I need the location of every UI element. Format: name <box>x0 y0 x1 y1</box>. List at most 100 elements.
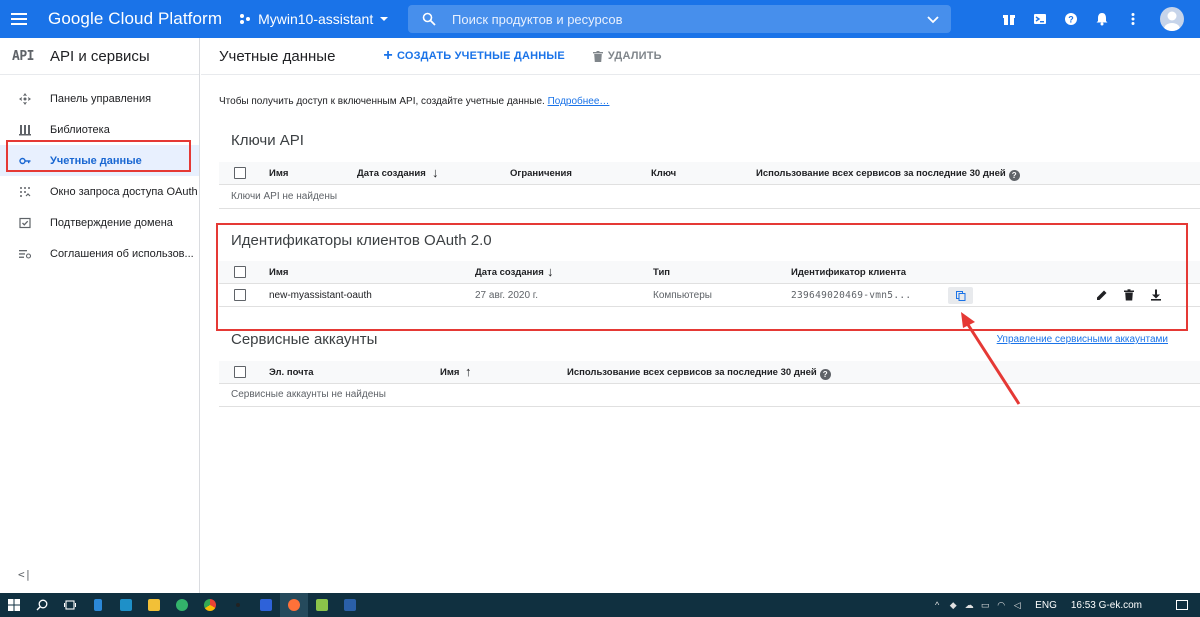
volume-icon[interactable]: ◁ <box>1009 593 1025 617</box>
divider <box>219 406 1200 407</box>
column-header-name[interactable]: Имя <box>440 367 459 378</box>
chevron-up-icon[interactable]: ^ <box>929 593 945 617</box>
agreements-icon <box>19 248 31 260</box>
menu-icon[interactable] <box>0 0 38 38</box>
column-header-created[interactable]: Дата создания <box>357 168 426 179</box>
service-accounts-table-header: Эл. почта Имя ↑ Использование всех серви… <box>219 361 1200 384</box>
sidebar-item-label: Окно запроса доступа OAuth <box>50 185 198 198</box>
select-all-checkbox[interactable] <box>234 167 246 179</box>
sidebar-item-label: Панель управления <box>50 92 152 105</box>
gift-icon[interactable] <box>993 0 1024 38</box>
plus-icon: + <box>383 47 393 64</box>
top-app-bar: Google Cloud Platform Mywin10-assistant … <box>0 0 1200 38</box>
project-icon <box>240 14 251 24</box>
sidebar-item-oauth-consent[interactable]: Окно запроса доступа OAuth <box>0 176 199 207</box>
delete-button[interactable]: УДАЛИТЬ <box>592 50 662 62</box>
security-icon[interactable]: ◆ <box>945 593 961 617</box>
search-icon <box>422 12 436 26</box>
consent-icon <box>19 186 31 198</box>
file-explorer-icon[interactable] <box>140 593 168 617</box>
service-accounts-empty-message: Сервисные аккаунты не найдены <box>231 389 386 400</box>
intro-text: Чтобы получить доступ к включенным API, … <box>219 96 609 107</box>
column-header-restrictions: Ограничения <box>510 168 572 179</box>
api-keys-section-title: Ключи API <box>231 132 304 149</box>
select-all-checkbox[interactable] <box>234 366 246 378</box>
sidebar-item-dashboard[interactable]: Панель управления <box>0 83 199 114</box>
api-keys-empty-message: Ключи API не найдены <box>231 191 338 202</box>
firefox-icon[interactable] <box>280 593 308 617</box>
highlight-box-credentials <box>6 140 191 172</box>
sort-down-icon[interactable]: ↓ <box>432 165 439 180</box>
divider <box>219 208 1200 209</box>
sidebar-item-label: Соглашения об использов... <box>50 247 194 260</box>
help-icon[interactable]: ? <box>1055 0 1086 38</box>
trash-icon <box>592 50 603 62</box>
annotation-arrow <box>961 312 1021 405</box>
service-accounts-section-title: Сервисные аккаунты <box>231 331 378 348</box>
delete-label: УДАЛИТЬ <box>607 50 662 62</box>
sidebar: API API и сервисы Панель управления Библ… <box>0 38 200 593</box>
powershell-icon[interactable] <box>336 593 364 617</box>
domain-check-icon <box>19 217 31 229</box>
collapse-sidebar-button[interactable]: <| <box>18 568 31 581</box>
library-icon <box>19 124 31 136</box>
search-input[interactable]: Поиск продуктов и ресурсов <box>452 12 623 27</box>
sidebar-item-domain-verification[interactable]: Подтверждение домена <box>0 207 199 238</box>
app-icon[interactable] <box>224 593 252 617</box>
dashboard-icon <box>19 92 31 105</box>
sort-up-icon[interactable]: ↑ <box>465 364 472 379</box>
search-icon[interactable] <box>28 593 56 617</box>
usage-label: Использование всех сервисов за последние… <box>756 168 1006 179</box>
brand-title[interactable]: Google Cloud Platform <box>48 9 222 29</box>
task-view-icon[interactable] <box>56 593 84 617</box>
svg-text:?: ? <box>1068 15 1074 25</box>
column-header-usage: Использование всех сервисов за последние… <box>567 367 831 380</box>
usage-label: Использование всех сервисов за последние… <box>567 367 817 378</box>
phone-icon[interactable] <box>84 593 112 617</box>
project-name: Mywin10-assistant <box>258 11 374 27</box>
input-language[interactable]: ENG <box>1035 600 1057 611</box>
wifi-icon[interactable]: ◠ <box>993 593 1009 617</box>
column-header-email[interactable]: Эл. почта <box>269 367 314 378</box>
api-keys-table-header: Имя Дата создания ↓ Ограничения Ключ Исп… <box>219 162 1200 185</box>
chrome-icon[interactable] <box>196 593 224 617</box>
create-credentials-button[interactable]: + СОЗДАТЬ УЧЕТНЫЕ ДАННЫЕ <box>383 47 565 65</box>
notes-icon[interactable] <box>308 593 336 617</box>
clock[interactable]: 16:53 G-ek.com <box>1071 600 1142 611</box>
sidebar-item-page-usage-agreements[interactable]: Соглашения об использов... <box>0 238 199 269</box>
action-bar: Учетные данные + СОЗДАТЬ УЧЕТНЫЕ ДАННЫЕ … <box>201 38 1200 75</box>
windows-taskbar: ^ ◆ ☁ ▭ ◠ ◁ ENG 16:53 G-ek.com <box>0 593 1200 617</box>
intro-message: Чтобы получить доступ к включенным API, … <box>219 96 545 107</box>
highlight-box-oauth <box>216 223 1188 331</box>
edge-icon[interactable] <box>168 593 196 617</box>
page-title: Учетные данные <box>219 47 336 65</box>
learn-more-link[interactable]: Подробнее… <box>548 96 610 107</box>
more-vert-icon[interactable] <box>1117 0 1148 38</box>
chevron-down-icon[interactable] <box>927 13 939 25</box>
search-bar[interactable]: Поиск продуктов и ресурсов <box>408 5 951 33</box>
api-logo: API <box>12 48 34 64</box>
main-content: Учетные данные + СОЗДАТЬ УЧЕТНЫЕ ДАННЫЕ … <box>201 38 1200 593</box>
project-selector[interactable]: Mywin10-assistant <box>238 11 389 27</box>
shield-icon[interactable] <box>252 593 280 617</box>
sidebar-header: API API и сервисы <box>0 38 199 75</box>
sidebar-title: API и сервисы <box>50 47 150 65</box>
avatar[interactable] <box>1160 7 1184 31</box>
cloud-icon[interactable]: ☁ <box>961 593 977 617</box>
help-icon[interactable]: ? <box>1008 170 1020 181</box>
user-icon <box>1164 11 1180 31</box>
create-credentials-label: СОЗДАТЬ УЧЕТНЫЕ ДАННЫЕ <box>396 50 565 62</box>
caret-down-icon <box>380 17 389 21</box>
notification-center-icon[interactable] <box>1176 600 1188 610</box>
mail-icon[interactable] <box>112 593 140 617</box>
sidebar-item-label: Подтверждение домена <box>50 216 173 229</box>
windows-start-icon[interactable] <box>0 593 28 617</box>
column-header-usage: Использование всех сервисов за последние… <box>756 168 1020 181</box>
column-header-name[interactable]: Имя <box>269 168 288 179</box>
cloud-shell-icon[interactable] <box>1024 0 1055 38</box>
column-header-key: Ключ <box>651 168 677 179</box>
help-icon[interactable]: ? <box>819 369 831 380</box>
battery-icon[interactable]: ▭ <box>977 593 993 617</box>
notifications-icon[interactable] <box>1086 0 1117 38</box>
sidebar-item-label: Библиотека <box>50 123 110 136</box>
